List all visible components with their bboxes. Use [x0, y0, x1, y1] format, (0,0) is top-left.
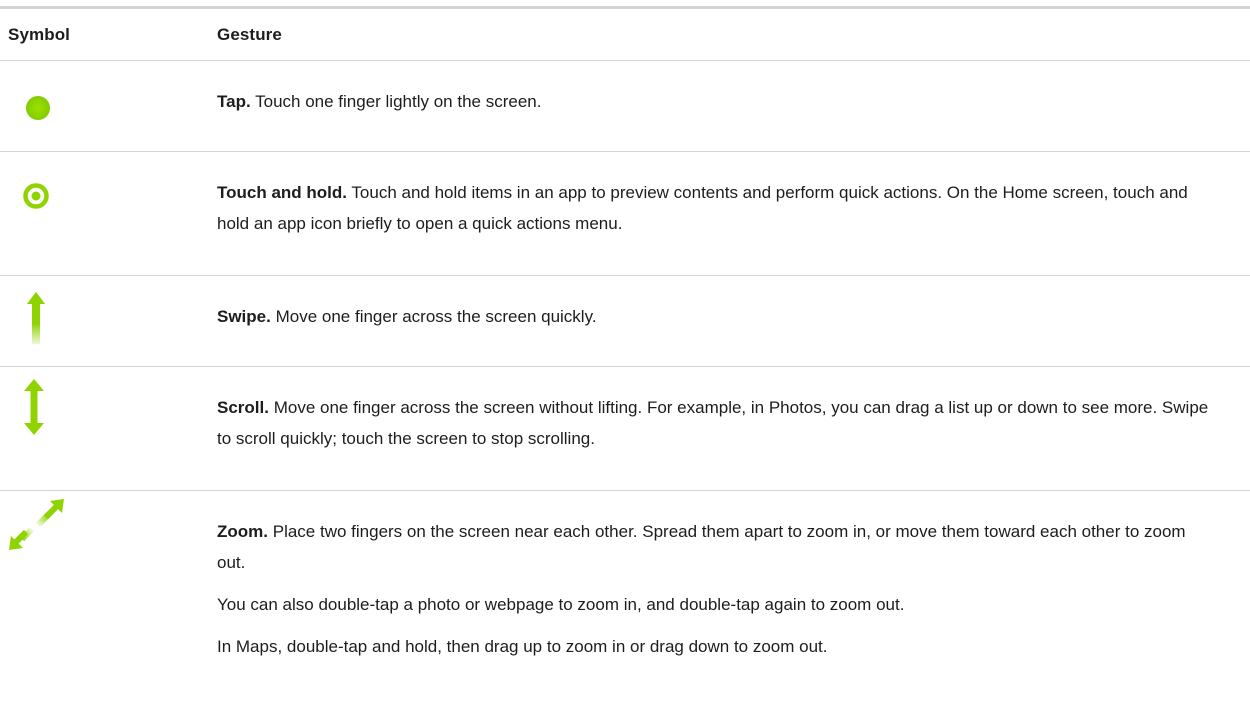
tap-dot-icon	[26, 96, 50, 120]
gesture-description: Tap. Touch one finger lightly on the scr…	[217, 92, 542, 111]
zoom-diagonal-arrows-icon	[9, 499, 64, 550]
symbol-column-header: Symbol	[8, 24, 71, 44]
gesture-column-header: Gesture	[217, 24, 282, 44]
gesture-description: Swipe. Move one finger across the screen…	[217, 307, 597, 326]
gesture-description-extra: You can also double-tap a photo or webpa…	[217, 595, 905, 614]
gesture-name-tap: Tap.	[217, 92, 251, 111]
table-row-scroll: Scroll. Move one finger across the scree…	[0, 367, 1250, 491]
touch-and-hold-target-icon	[23, 183, 49, 209]
gesture-name-zoom: Zoom.	[217, 522, 268, 541]
gesture-description: Touch and hold. Touch and hold items in …	[217, 183, 1188, 233]
gesture-name-scroll: Scroll.	[217, 398, 269, 417]
gesture-description-extra: In Maps, double-tap and hold, then drag …	[217, 637, 828, 656]
gesture-name-touch-and-hold: Touch and hold.	[217, 183, 347, 202]
gestures-table: Symbol Gesture Tap. Touch one finger lig…	[0, 6, 1250, 714]
gesture-reference-page: Symbol Gesture Tap. Touch one finger lig…	[0, 0, 1250, 708]
gesture-description: Scroll. Move one finger across the scree…	[217, 398, 1209, 448]
table-row-tap: Tap. Touch one finger lightly on the scr…	[0, 61, 1250, 152]
table-row-swipe: Swipe. Move one finger across the screen…	[0, 276, 1250, 367]
gesture-description: Zoom. Place two fingers on the screen ne…	[217, 522, 1186, 572]
table-header-row: Symbol Gesture	[0, 9, 1250, 61]
scroll-up-down-arrow-icon	[24, 379, 44, 435]
swipe-up-arrow-icon	[27, 292, 45, 344]
gesture-name-swipe: Swipe.	[217, 307, 271, 326]
table-row-zoom: Zoom. Place two fingers on the screen ne…	[0, 491, 1250, 714]
table-row-touch-and-hold: Touch and hold. Touch and hold items in …	[0, 152, 1250, 276]
